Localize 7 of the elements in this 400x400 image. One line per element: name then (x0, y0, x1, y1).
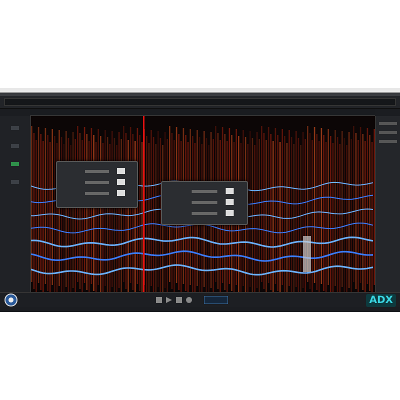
panel-button[interactable] (11, 126, 19, 130)
panel-button[interactable] (11, 180, 19, 184)
panel-button[interactable] (11, 144, 19, 148)
logo-icon (4, 293, 18, 307)
brand-badge: ADX (366, 294, 396, 306)
time-display-icon (204, 296, 228, 304)
panel-button[interactable] (11, 162, 19, 166)
